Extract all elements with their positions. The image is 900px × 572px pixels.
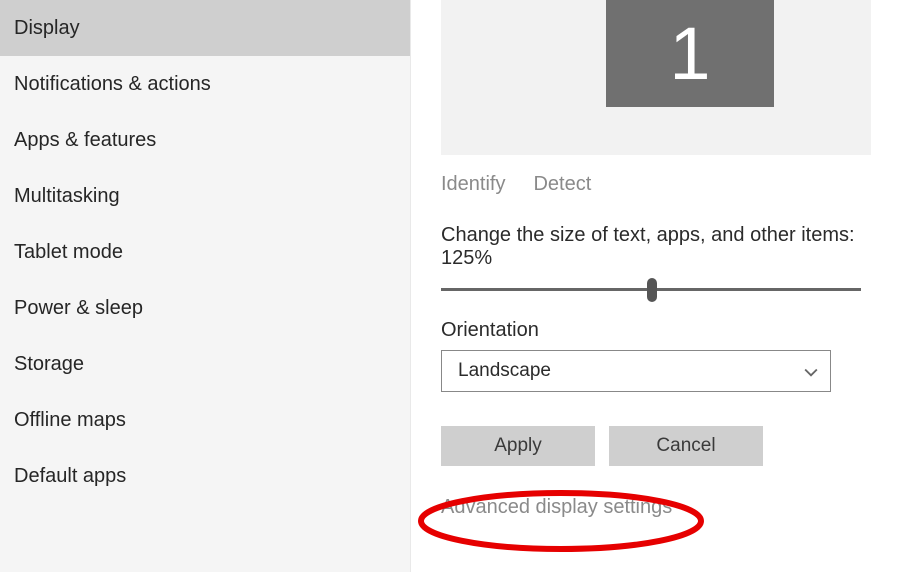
sidebar-item-offline-maps[interactable]: Offline maps	[0, 392, 410, 448]
display-settings-panel: 1 Identify Detect Change the size of tex…	[411, 0, 900, 572]
sidebar-item-notifications[interactable]: Notifications & actions	[0, 56, 410, 112]
orientation-label: Orientation	[441, 319, 900, 342]
apply-button[interactable]: Apply	[441, 426, 595, 466]
sidebar-item-label: Power & sleep	[14, 297, 143, 320]
sidebar-item-label: Storage	[14, 353, 84, 376]
sidebar-item-label: Apps & features	[14, 129, 156, 152]
sidebar-item-default-apps[interactable]: Default apps	[0, 448, 410, 504]
monitor-arrange-area[interactable]: 1	[441, 0, 871, 155]
advanced-display-settings-link[interactable]: Advanced display settings	[441, 496, 672, 519]
slider-thumb[interactable]	[647, 278, 657, 302]
cancel-button[interactable]: Cancel	[609, 426, 763, 466]
cancel-button-label: Cancel	[656, 435, 715, 457]
sidebar-item-apps-features[interactable]: Apps & features	[0, 112, 410, 168]
sidebar-item-tablet-mode[interactable]: Tablet mode	[0, 224, 410, 280]
sidebar-item-power-sleep[interactable]: Power & sleep	[0, 280, 410, 336]
monitor-tile-1[interactable]: 1	[606, 0, 774, 107]
chevron-down-icon	[804, 364, 818, 378]
sidebar-item-label: Tablet mode	[14, 241, 123, 264]
scaling-label: Change the size of text, apps, and other…	[441, 224, 900, 270]
settings-sidebar: Display Notifications & actions Apps & fea…	[0, 0, 411, 572]
orientation-select[interactable]: Landscape	[441, 350, 831, 392]
apply-button-label: Apply	[494, 435, 542, 457]
detect-link[interactable]: Detect	[533, 173, 591, 196]
sidebar-item-label: Multitasking	[14, 185, 120, 208]
sidebar-item-label: Default apps	[14, 465, 126, 488]
sidebar-item-display[interactable]: Display	[0, 0, 410, 56]
scaling-slider[interactable]	[441, 288, 861, 291]
sidebar-item-multitasking[interactable]: Multitasking	[0, 168, 410, 224]
sidebar-item-label: Notifications & actions	[14, 73, 211, 96]
sidebar-item-storage[interactable]: Storage	[0, 336, 410, 392]
monitor-number: 1	[669, 11, 710, 96]
identify-link[interactable]: Identify	[441, 173, 505, 196]
sidebar-item-label: Display	[14, 17, 80, 40]
sidebar-item-label: Offline maps	[14, 409, 126, 432]
orientation-value: Landscape	[458, 360, 551, 382]
